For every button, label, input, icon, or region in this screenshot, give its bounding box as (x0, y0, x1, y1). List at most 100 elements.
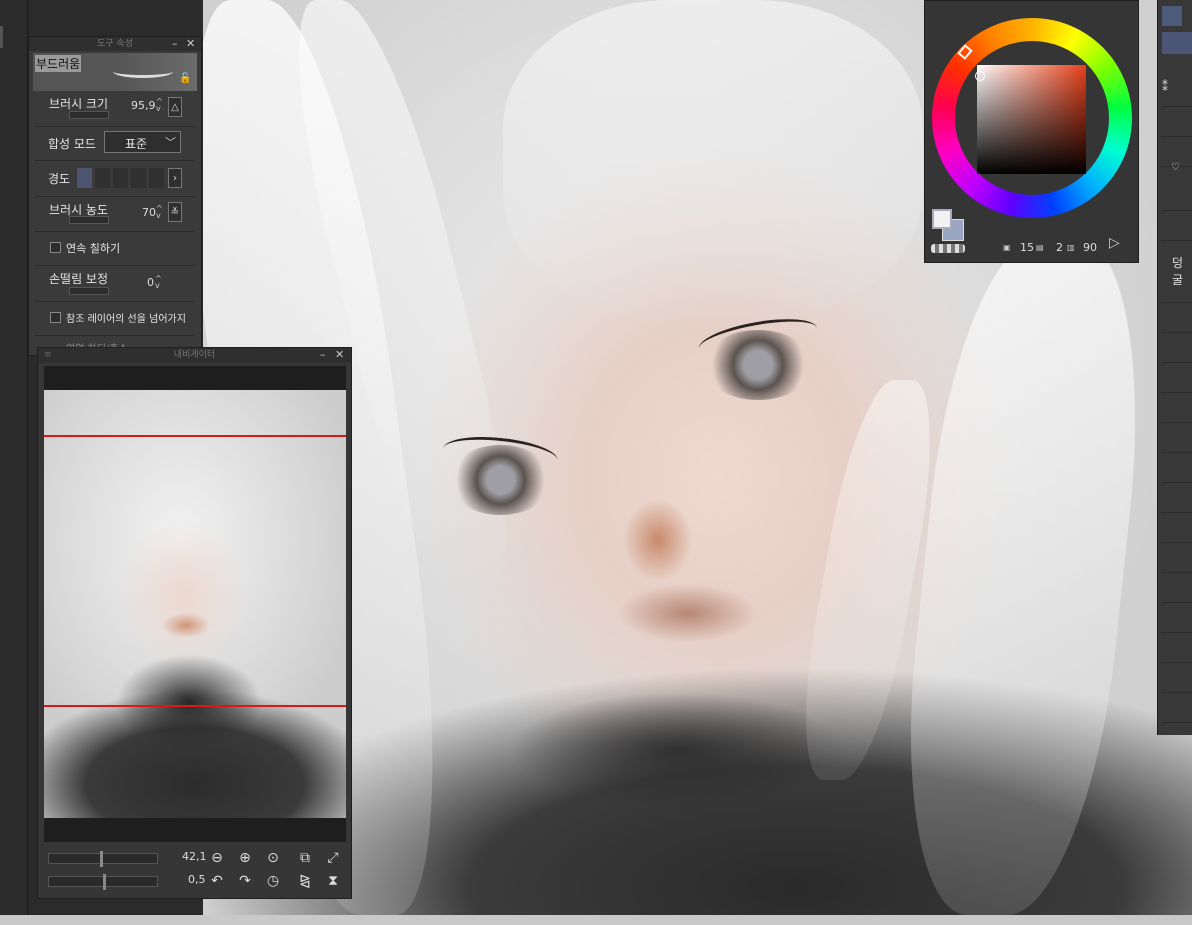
rotate-row: 0,5 ↶ ↷ ◷ ⧎ ⧗ (48, 873, 348, 891)
status-bar (0, 915, 1192, 925)
hardness-swatch[interactable] (113, 168, 128, 188)
zoom-out-icon[interactable]: ⊖ (209, 850, 225, 866)
reset-rotation-icon[interactable]: ◷ (265, 873, 281, 889)
hardness-swatch[interactable] (131, 168, 146, 188)
zoom-slider-thumb[interactable] (100, 851, 103, 867)
brush-list-panel: ⁑ ♡ 덩굴 (1157, 0, 1192, 735)
sv-cursor[interactable] (975, 71, 985, 81)
heart-icon[interactable]: ♡ (1171, 162, 1180, 173)
close-icon[interactable]: ✕ (335, 348, 344, 361)
brush-item[interactable] (1162, 452, 1192, 483)
brush-item[interactable] (1162, 392, 1192, 423)
brush-item[interactable] (1162, 180, 1192, 211)
spin-arrows-icon[interactable]: ^ v (156, 205, 163, 220)
fit-window-icon[interactable]: ⧉ (297, 850, 313, 866)
color-wheel-panel: ▣ 15 ▤ 2 ▥ 90 ▷ (924, 0, 1139, 263)
density-row: 브러시 농도 70 ^ v ≚ (35, 196, 195, 232)
ref-layer-row: 참조 레이어의 선을 넘어가지 (35, 301, 195, 336)
brush-size-value[interactable]: 95,9 (131, 99, 156, 112)
rotate-slider-thumb[interactable] (103, 874, 106, 890)
close-icon[interactable]: ✕ (186, 37, 195, 50)
grip-icon[interactable]: ≡ (44, 348, 52, 362)
value-c[interactable]: 90 (1083, 241, 1097, 254)
ref-layer-checkbox[interactable] (50, 312, 61, 323)
brush-preview[interactable]: 부드러움 🔓 (33, 53, 197, 91)
size-triangle-button[interactable]: △ (168, 97, 182, 117)
brush-item[interactable] (1162, 362, 1192, 393)
density-value[interactable]: 70 (142, 206, 156, 219)
brush-size-slider[interactable] (69, 111, 109, 119)
brush-item[interactable] (1162, 512, 1192, 543)
minimize-icon[interactable]: – (320, 348, 326, 361)
value-b[interactable]: 2 (1056, 241, 1063, 254)
hair-strand (887, 240, 1159, 915)
play-circle-icon[interactable]: ▷ (1109, 235, 1120, 251)
brush-item-selected[interactable] (1162, 32, 1192, 54)
actual-size-icon[interactable]: ⊙ (265, 850, 281, 866)
brush-item[interactable] (1162, 602, 1192, 633)
brush-item[interactable] (1162, 692, 1192, 723)
lock-icon[interactable]: 🔓 (179, 73, 191, 84)
brush-item[interactable] (1162, 632, 1192, 663)
density-slider[interactable] (69, 216, 109, 224)
brush-item[interactable] (1162, 302, 1192, 333)
zoom-slider[interactable] (48, 851, 158, 867)
hair-strand (503, 0, 923, 320)
blend-mode-label: 합성 모드 (48, 137, 96, 151)
rotate-slider[interactable] (48, 874, 158, 890)
toolbar-marker (0, 26, 3, 48)
stabilization-value[interactable]: 0 (147, 276, 154, 289)
brush-item[interactable] (1162, 482, 1192, 513)
continuous-row: 연속 칠하기 (35, 231, 195, 266)
view-frame[interactable] (44, 435, 346, 707)
foreground-color-swatch[interactable] (932, 209, 952, 229)
flip-vertical-icon[interactable]: ⧗ (325, 873, 341, 889)
brush-item[interactable] (1162, 332, 1192, 363)
blend-mode-row: 합성 모드 표준 ﹀ (35, 126, 195, 161)
hardness-swatch[interactable] (95, 168, 110, 188)
stabilization-slider[interactable] (69, 287, 109, 295)
brush-item[interactable] (1162, 572, 1192, 603)
navigator-preview[interactable] (44, 390, 346, 818)
zoom-in-icon[interactable]: ⊕ (237, 850, 253, 866)
brush-tool-icon[interactable] (1162, 6, 1182, 26)
minimize-icon[interactable]: – (172, 37, 178, 50)
rotate-right-icon[interactable]: ↷ (237, 873, 253, 889)
brush-item[interactable] (1162, 210, 1192, 241)
zoom-value[interactable]: 42,1 (182, 850, 207, 863)
brush-item[interactable] (1162, 272, 1192, 303)
blend-mode-value: 표준 (125, 137, 148, 151)
saturation-value-square[interactable] (975, 65, 1086, 174)
brush-item[interactable] (1162, 542, 1192, 573)
ref-layer-label: 참조 레이어의 선을 넘어가지 (66, 314, 186, 325)
brush-item[interactable] (1162, 106, 1192, 137)
navigator-titlebar[interactable]: ≡ 내비게이터 – ✕ (38, 348, 351, 363)
fill-view-icon[interactable]: ⤢ (325, 850, 341, 866)
panel-title: 내비게이터 (173, 350, 216, 360)
hardness-row: 경도 › (35, 160, 195, 197)
spin-arrows-icon[interactable]: ^ v (156, 98, 163, 113)
hardness-swatch-selected[interactable] (77, 168, 92, 188)
double-chevron-down-icon[interactable]: ≚ (168, 202, 182, 222)
v-icon: ▥ (1067, 243, 1075, 252)
blend-mode-select[interactable]: 표준 ﹀ (104, 131, 181, 153)
flip-horizontal-icon[interactable]: ⧎ (297, 873, 313, 889)
zoom-row: 42,1 ⊖ ⊕ ⊙ ⧉ ⤢ (48, 850, 348, 868)
navigator-footer-bar (44, 818, 346, 842)
continuous-checkbox[interactable] (50, 242, 61, 253)
brush-item[interactable]: ⁑ (1162, 76, 1192, 107)
chevron-right-icon[interactable]: › (168, 168, 182, 188)
chevron-down-icon: ﹀ (165, 136, 176, 149)
spin-arrows-icon[interactable]: ^ v (155, 275, 162, 290)
s-icon: ▤ (1036, 243, 1044, 252)
brush-item[interactable] (1162, 422, 1192, 453)
brush-item[interactable] (1162, 662, 1192, 693)
rotate-left-icon[interactable]: ↶ (209, 873, 225, 889)
value-a[interactable]: 15 (1020, 241, 1034, 254)
tool-property-titlebar[interactable]: 도구 속성 – ✕ (29, 37, 201, 51)
tool-property-panel: 도구 속성 – ✕ 부드러움 🔓 브러시 크기 95,9 ^ v △ 합성 모드 … (28, 36, 202, 356)
hardness-swatch[interactable] (149, 168, 164, 188)
transparent-swatch[interactable] (931, 244, 965, 253)
rotate-value[interactable]: 0,5 (188, 873, 206, 886)
navigator-header-bar (44, 366, 346, 390)
